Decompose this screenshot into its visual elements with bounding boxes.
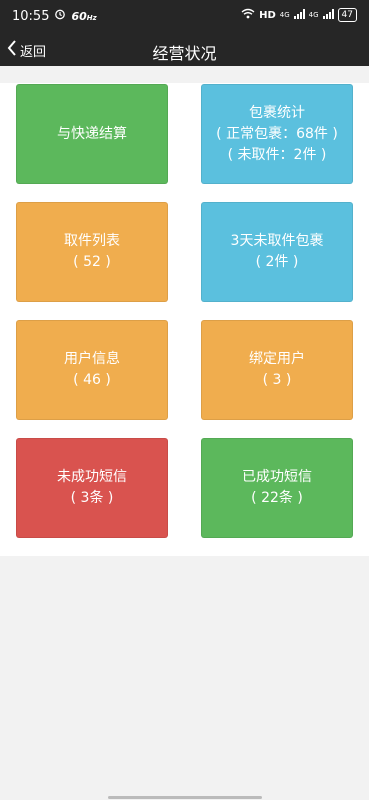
tile-row: 取件列表 ( 52 ) 3天未取件包裹 ( 2件 )	[0, 201, 369, 320]
status-right: HD 4G 4G 47	[241, 8, 357, 22]
clock: 10:55	[12, 8, 50, 24]
tile-count: ( 46 )	[73, 372, 111, 388]
tile-count: ( 3 )	[262, 372, 292, 388]
package-stats-tile[interactable]: 包裹统计 ( 正常包裹：68件 ) ( 未取件：2件 )	[201, 84, 353, 184]
signal-icon	[322, 8, 334, 22]
page-title: 经营状况	[152, 44, 217, 63]
settlement-tile[interactable]: 与快递结算	[16, 84, 168, 184]
nav-bar: 返回 经营状况	[0, 34, 369, 66]
tile-count: ( 52 )	[73, 254, 111, 270]
sms-failed-tile[interactable]: 未成功短信 ( 3条 )	[16, 438, 168, 538]
status-left: 10:55 60Hz	[12, 8, 97, 24]
network-label-1: 4G	[279, 11, 290, 19]
tile-normal-count: ( 正常包裹：68件 )	[216, 125, 338, 142]
home-indicator[interactable]	[108, 796, 262, 799]
tile-label: 用户信息	[64, 351, 120, 367]
tile-unpicked-count: ( 未取件：2件 )	[227, 146, 327, 163]
tile-row: 未成功短信 ( 3条 ) 已成功短信 ( 22条 )	[0, 437, 369, 556]
tile-count: ( 2件 )	[255, 254, 299, 270]
tile-label: 已成功短信	[242, 469, 312, 485]
wifi-icon	[241, 8, 255, 22]
tile-row: 用户信息 ( 46 ) 绑定用户 ( 3 )	[0, 319, 369, 438]
sms-success-tile[interactable]: 已成功短信 ( 22条 )	[201, 438, 353, 538]
tile-label: 绑定用户	[249, 351, 305, 367]
hd-label: HD	[259, 9, 276, 21]
net-speed: 60Hz	[71, 10, 96, 23]
battery-icon: 47	[337, 8, 357, 22]
net-speed-value: 60	[71, 9, 87, 23]
signal-icon	[293, 8, 305, 22]
tile-label: 未成功短信	[57, 469, 127, 485]
tile-count: ( 22条 )	[251, 490, 303, 506]
tile-label: 与快递结算	[57, 125, 127, 142]
three-day-unpicked-tile[interactable]: 3天未取件包裹 ( 2件 )	[201, 202, 353, 302]
user-info-tile[interactable]: 用户信息 ( 46 )	[16, 320, 168, 420]
tile-count: ( 3条 )	[70, 490, 114, 506]
tile-row: 与快递结算 包裹统计 ( 正常包裹：68件 ) ( 未取件：2件 )	[0, 83, 369, 202]
alarm-icon	[54, 8, 66, 24]
tile-label: 3天未取件包裹	[230, 233, 324, 249]
tile-label: 包裹统计	[249, 104, 305, 121]
net-speed-unit: Hz	[86, 13, 97, 22]
bind-user-tile[interactable]: 绑定用户 ( 3 )	[201, 320, 353, 420]
network-label-2: 4G	[308, 11, 319, 19]
tile-label: 取件列表	[64, 233, 120, 249]
status-bar: 10:55 60Hz HD 4G 4G 47	[0, 0, 369, 34]
pickup-list-tile[interactable]: 取件列表 ( 52 )	[16, 202, 168, 302]
battery-level: 47	[341, 10, 353, 20]
